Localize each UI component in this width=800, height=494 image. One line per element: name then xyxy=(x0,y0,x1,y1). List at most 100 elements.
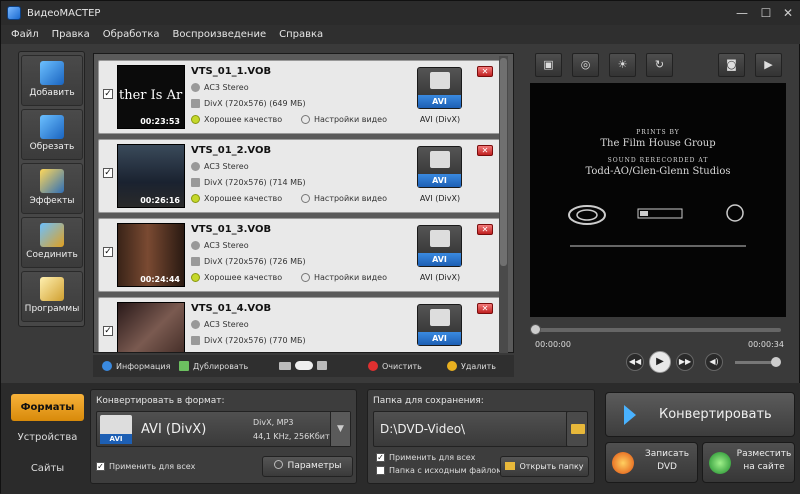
video-thumbnail xyxy=(117,302,185,352)
video-text: DivX (720x576) (770 MБ) xyxy=(204,336,306,345)
gear-icon xyxy=(273,460,283,469)
volume-icon[interactable]: ◀) xyxy=(705,353,723,371)
crop-icon[interactable]: ▣ xyxy=(535,53,562,77)
video-text: DivX (720x576) (649 MБ) xyxy=(204,99,306,108)
volume-handle[interactable] xyxy=(770,357,781,367)
convert-format-label: Конвертировать в формат: xyxy=(96,396,225,406)
save-folder-panel: Папка для сохранения: D:\DVD-Video\ ✓ При… xyxy=(367,389,595,484)
file-checkbox[interactable]: ✓ xyxy=(103,168,113,178)
duplicate-icon xyxy=(179,361,189,371)
save-path-field[interactable]: D:\DVD-Video\ xyxy=(373,411,570,447)
grid-view-icon xyxy=(317,361,327,370)
tab-sites[interactable]: Сайты xyxy=(11,455,84,482)
remove-file-button[interactable]: ✕ xyxy=(477,145,493,156)
duplicate-button[interactable]: Дублировать xyxy=(179,361,248,371)
play-button[interactable]: ▶ xyxy=(649,351,671,373)
video-settings-link[interactable]: Настройки видео xyxy=(301,273,387,282)
quality-dot-icon xyxy=(191,194,200,203)
file-list-scrollbar[interactable] xyxy=(499,56,508,353)
convert-button[interactable]: Конвертировать xyxy=(605,392,795,437)
format-button[interactable]: AVI xyxy=(417,225,462,267)
video-settings-link[interactable]: Настройки видео xyxy=(301,194,387,203)
zoom-icon[interactable]: ◎ xyxy=(572,53,599,77)
brightness-icon[interactable]: ☀ xyxy=(609,53,636,77)
apply-all-format-checkbox[interactable]: ✓ Применить для всех xyxy=(96,462,195,471)
quality-info[interactable]: Хорошее качество xyxy=(191,194,282,203)
parameters-button[interactable]: Параметры xyxy=(262,456,353,477)
video-settings-link[interactable]: Настройки видео xyxy=(301,115,387,124)
view-toggle[interactable] xyxy=(279,361,331,370)
add-button[interactable]: Добавить xyxy=(21,55,83,106)
audio-text: AC3 Stereo xyxy=(204,83,249,92)
file-checkbox[interactable]: ✓ xyxy=(103,247,113,257)
fullscreen-icon[interactable]: ▶ xyxy=(755,53,782,77)
list-item[interactable]: ✓ VTS_01_4.VOB AC3 Stereo DivX (720x576)… xyxy=(98,297,502,352)
effects-button[interactable]: Эффекты xyxy=(21,163,83,214)
list-view-icon xyxy=(279,361,291,370)
file-checkbox[interactable]: ✓ xyxy=(103,326,113,336)
apply-all-folder-checkbox[interactable]: ✓ Применить для всех xyxy=(376,453,475,462)
menu-playback[interactable]: Воспроизведение xyxy=(173,29,267,40)
remove-file-button[interactable]: ✕ xyxy=(477,66,493,77)
minimize-button[interactable]: — xyxy=(734,5,750,21)
seek-bar[interactable] xyxy=(530,324,781,335)
join-button[interactable]: Соединить xyxy=(21,217,83,268)
open-folder-button[interactable]: Открыть папку xyxy=(500,456,589,477)
rewind-button[interactable]: ◀◀ xyxy=(626,353,644,371)
scrollbar-thumb[interactable] xyxy=(500,58,507,266)
menu-processing[interactable]: Обработка xyxy=(103,29,160,40)
apply-all-folder-label: Применить для всех xyxy=(389,453,476,462)
publish-button[interactable]: Разместить на сайте xyxy=(702,442,795,483)
format-button[interactable]: AVI xyxy=(417,67,462,109)
menu-file[interactable]: Файл xyxy=(11,29,39,40)
join-button-label: Соединить xyxy=(26,250,78,260)
rotate-icon[interactable]: ↻ xyxy=(646,53,673,77)
list-item[interactable]: ✓ 00:26:16 VTS_01_2.VOB AC3 Stereo DivX … xyxy=(98,139,502,213)
audio-text: AC3 Stereo xyxy=(204,162,249,171)
checkbox-box[interactable] xyxy=(376,466,385,475)
trim-button[interactable]: Обрезать xyxy=(21,109,83,160)
list-item[interactable]: ✓ 00:24:44 VTS_01_3.VOB AC3 Stereo DivX … xyxy=(98,218,502,292)
dvd-disc-icon xyxy=(612,452,634,474)
tab-formats[interactable]: Форматы xyxy=(11,394,84,421)
volume-slider[interactable] xyxy=(735,357,781,367)
tab-devices[interactable]: Устройства xyxy=(11,424,84,451)
remove-file-button[interactable]: ✕ xyxy=(477,224,493,235)
list-item[interactable]: ✓ ther Is Ar 00:23:53 VTS_01_1.VOB AC3 S… xyxy=(98,60,502,134)
quality-info[interactable]: Хорошее качество xyxy=(191,115,282,124)
fast-forward-button[interactable]: ▶▶ xyxy=(676,353,694,371)
seek-handle[interactable] xyxy=(530,324,541,335)
info-button[interactable]: Информация xyxy=(102,361,170,371)
chevron-down-icon[interactable]: ▼ xyxy=(330,412,350,446)
credit-line-2: The Film House Group xyxy=(600,138,716,149)
format-select[interactable]: AVI AVI (DivX) DivX, MP3 44,1 KHz, 256Кб… xyxy=(96,411,351,447)
maximize-button[interactable]: ☐ xyxy=(758,5,774,21)
checkbox-box[interactable]: ✓ xyxy=(96,462,105,471)
burn-dvd-button[interactable]: Записать DVD xyxy=(605,442,698,483)
emblem-logo-icon xyxy=(726,204,744,222)
programs-button[interactable]: Программы xyxy=(21,271,83,322)
globe-icon xyxy=(709,452,731,474)
credit-line-3: SOUND RERECORDED AT xyxy=(607,157,709,164)
browse-folder-button[interactable] xyxy=(566,411,588,447)
film-icon xyxy=(191,257,200,266)
dolby-logo-mark xyxy=(640,211,648,216)
delete-button[interactable]: Удалить xyxy=(447,361,496,371)
file-checkbox[interactable]: ✓ xyxy=(103,89,113,99)
format-button[interactable]: AVI xyxy=(417,146,462,188)
menu-help[interactable]: Справка xyxy=(279,29,323,40)
duplicate-label: Дублировать xyxy=(193,361,249,371)
source-folder-checkbox[interactable]: Папка с исходным файлом xyxy=(376,466,502,475)
video-preview[interactable]: PRINTS BY The Film House Group SOUND RER… xyxy=(530,83,786,317)
film-icon xyxy=(191,336,200,345)
film-icon xyxy=(191,178,200,187)
clear-button[interactable]: Очистить xyxy=(368,361,422,371)
quality-info[interactable]: Хорошее качество xyxy=(191,273,282,282)
close-button[interactable]: ✕ xyxy=(780,5,796,21)
menu-edit[interactable]: Правка xyxy=(52,29,90,40)
checkbox-box[interactable]: ✓ xyxy=(376,453,385,462)
remove-file-button[interactable]: ✕ xyxy=(477,303,493,314)
format-badge: AVI xyxy=(418,332,461,345)
format-button[interactable]: AVI xyxy=(417,304,462,346)
snapshot-camera-icon[interactable]: ◙ xyxy=(718,53,745,77)
